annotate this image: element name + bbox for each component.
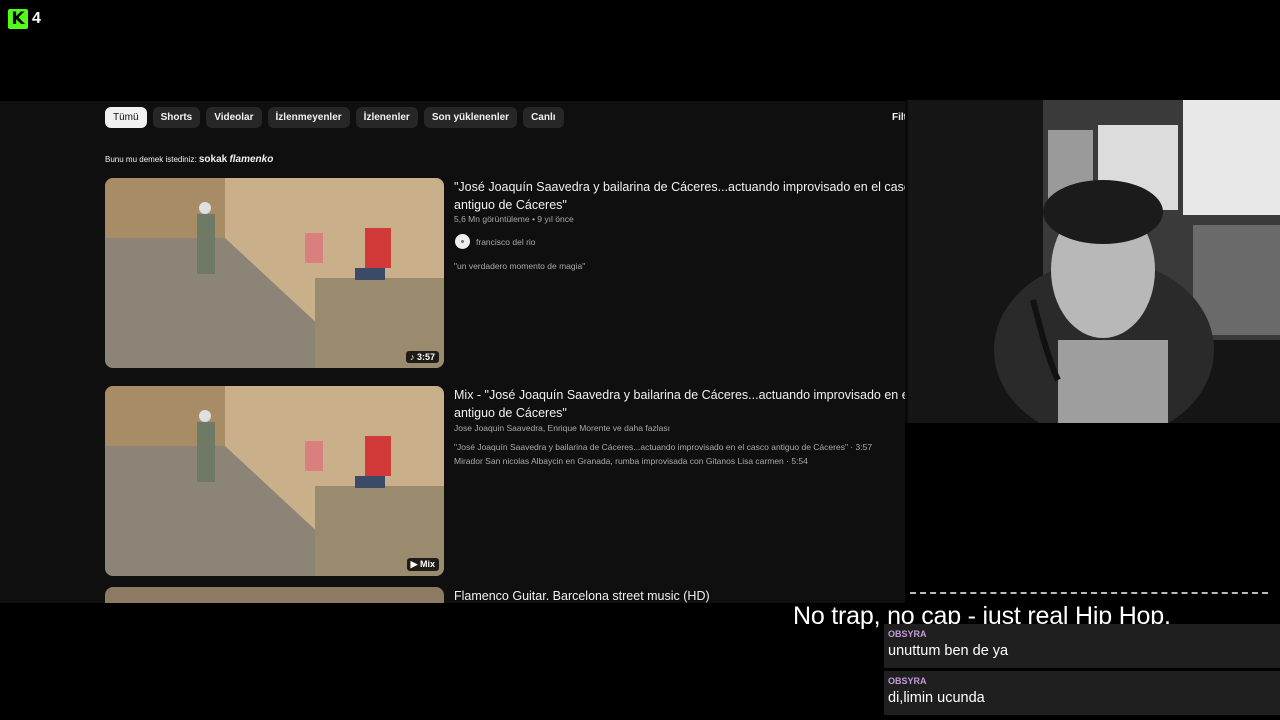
- kick-logo-icon: K: [8, 9, 28, 29]
- mix-artists: Jose Joaquin Saavedra, Enrique Morente v…: [454, 423, 670, 433]
- filters-button[interactable]: Filt: [892, 112, 905, 123]
- did-you-mean-prefix: Bunu mu demek istediniz:: [105, 155, 197, 164]
- mix-thumbnail[interactable]: ▶ Mix: [105, 386, 444, 576]
- filter-chips: Tümü Shorts Videolar İzlenmeyenler İzlen…: [105, 107, 564, 128]
- chip-videos[interactable]: Videolar: [206, 107, 262, 128]
- chip-recent[interactable]: Son yüklenenler: [423, 107, 518, 128]
- channel-link[interactable]: francisco del rio: [455, 234, 536, 249]
- mix-badge: ▶ Mix: [406, 558, 439, 571]
- video-title-line: antiguo de Cáceres": [454, 406, 567, 420]
- channel-name: francisco del rio: [476, 236, 536, 247]
- stream-logo: K 4: [8, 9, 41, 29]
- thumbnail-image: [105, 386, 444, 576]
- channel-avatar: [455, 234, 470, 249]
- video-title[interactable]: Mix - "José Joaquín Saavedra y bailarina…: [454, 386, 905, 422]
- mix-track[interactable]: "José Joaquín Saavedra y bailarina de Cá…: [454, 442, 872, 452]
- video-title[interactable]: "José Joaquín Saavedra y bailarina de Cá…: [454, 178, 905, 214]
- thumbnail-image: [105, 178, 444, 368]
- video-thumbnail[interactable]: [105, 587, 444, 603]
- chat-text: di,limin ucunda: [888, 690, 985, 706]
- youtube-results-panel: Tümü Shorts Videolar İzlenmeyenler İzlen…: [0, 101, 905, 603]
- mix-track[interactable]: Mirador San nicolas Albaycin en Granada,…: [454, 456, 808, 466]
- chip-unwatched[interactable]: İzlenmeyenler: [267, 107, 350, 128]
- video-description: "un verdadero momento de magia": [454, 261, 586, 271]
- chip-live[interactable]: Canlı: [523, 107, 564, 128]
- caption-divider: [910, 592, 1268, 594]
- chat-username: OBSYRA: [888, 676, 927, 686]
- video-title-line: antiguo de Cáceres": [454, 198, 567, 212]
- chat-username: OBSYRA: [888, 629, 927, 639]
- chip-shorts[interactable]: Shorts: [152, 107, 201, 128]
- chat-text: unuttum ben de ya: [888, 643, 1009, 659]
- video-title-line: Mix - "José Joaquín Saavedra y bailarina…: [454, 388, 905, 402]
- video-title-line: "José Joaquín Saavedra y bailarina de Cá…: [454, 180, 905, 194]
- did-you-mean: Bunu mu demek istediniz: sokak flamenko: [105, 154, 273, 165]
- chip-watched[interactable]: İzlenenler: [355, 107, 418, 128]
- video-thumbnail[interactable]: ♪ 3:57: [105, 178, 444, 368]
- chat-message: OBSYRA di,limin ucunda: [884, 671, 1280, 715]
- viewer-count: 4: [32, 10, 41, 27]
- did-you-mean-italic[interactable]: flamenko: [229, 154, 273, 165]
- webcam-image: [908, 100, 1280, 423]
- video-meta: 5,6 Mn görüntüleme • 9 yıl önce: [454, 214, 574, 224]
- webcam-feed: [908, 100, 1280, 423]
- chat-message: OBSYRA unuttum ben de ya: [884, 624, 1280, 668]
- did-you-mean-bold[interactable]: sokak: [199, 154, 227, 165]
- chip-all[interactable]: Tümü: [105, 107, 147, 128]
- video-title[interactable]: Flamenco Guitar. Barcelona street music …: [454, 587, 905, 603]
- duration-badge: ♪ 3:57: [405, 351, 439, 363]
